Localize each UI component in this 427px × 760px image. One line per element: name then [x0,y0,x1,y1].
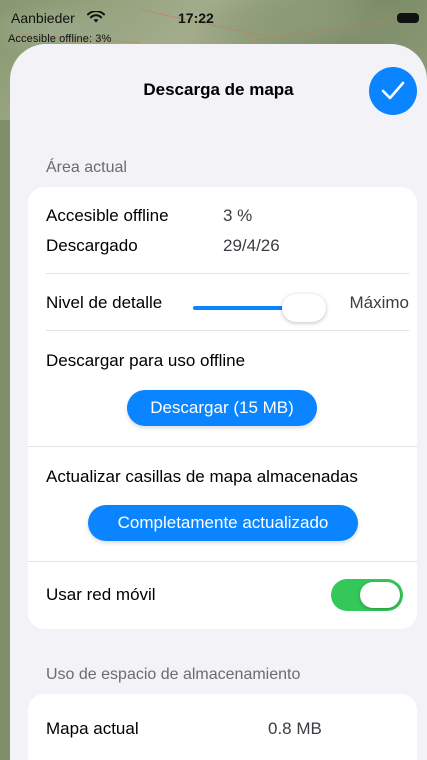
divider [28,561,417,562]
download-offline-label: Descargar para uso offline [46,351,246,370]
divider [46,330,409,331]
checkmark-icon [381,81,405,100]
download-sheet: Descarga de mapa Área actual Accesible o… [10,44,427,760]
carrier-name: Aanbieder [11,10,75,26]
status-bar: Aanbieder 17:22 [0,0,427,34]
download-button[interactable]: Descargar (15 MB) [127,390,317,426]
current-map-value: 0.8 MB [268,719,322,738]
battery-icon [397,13,419,23]
wifi-icon [87,11,105,23]
detail-level-label: Nivel de detalle [46,293,163,312]
storage-card: Mapa actual 0.8 MB [28,694,417,760]
downloaded-label: Descargado [46,236,138,255]
offline-label: Accesible offline [46,206,169,225]
toggle-knob [360,582,400,608]
current-area-card: Accesible offline 3 % Descargado 29/4/26… [28,187,417,629]
mobile-network-toggle[interactable] [331,579,403,611]
slider-thumb[interactable] [281,294,326,322]
section-header-current-area: Área actual [46,159,127,176]
current-map-label: Mapa actual [46,719,139,738]
update-button[interactable]: Completamente actualizado [88,505,358,541]
downloaded-value: 29/4/26 [223,236,280,255]
update-tiles-label: Actualizar casillas de mapa almacenadas [46,467,358,486]
mobile-network-label: Usar red móvil [46,585,156,604]
detail-level-value: Máximo [349,293,409,312]
done-button[interactable] [369,67,417,115]
offline-value: 3 % [223,206,253,225]
section-header-storage: Uso de espacio de almacenamiento [46,666,301,683]
status-time: 17:22 [178,10,214,26]
divider [28,446,417,447]
sheet-title: Descarga de mapa [143,80,294,99]
divider [46,273,409,274]
